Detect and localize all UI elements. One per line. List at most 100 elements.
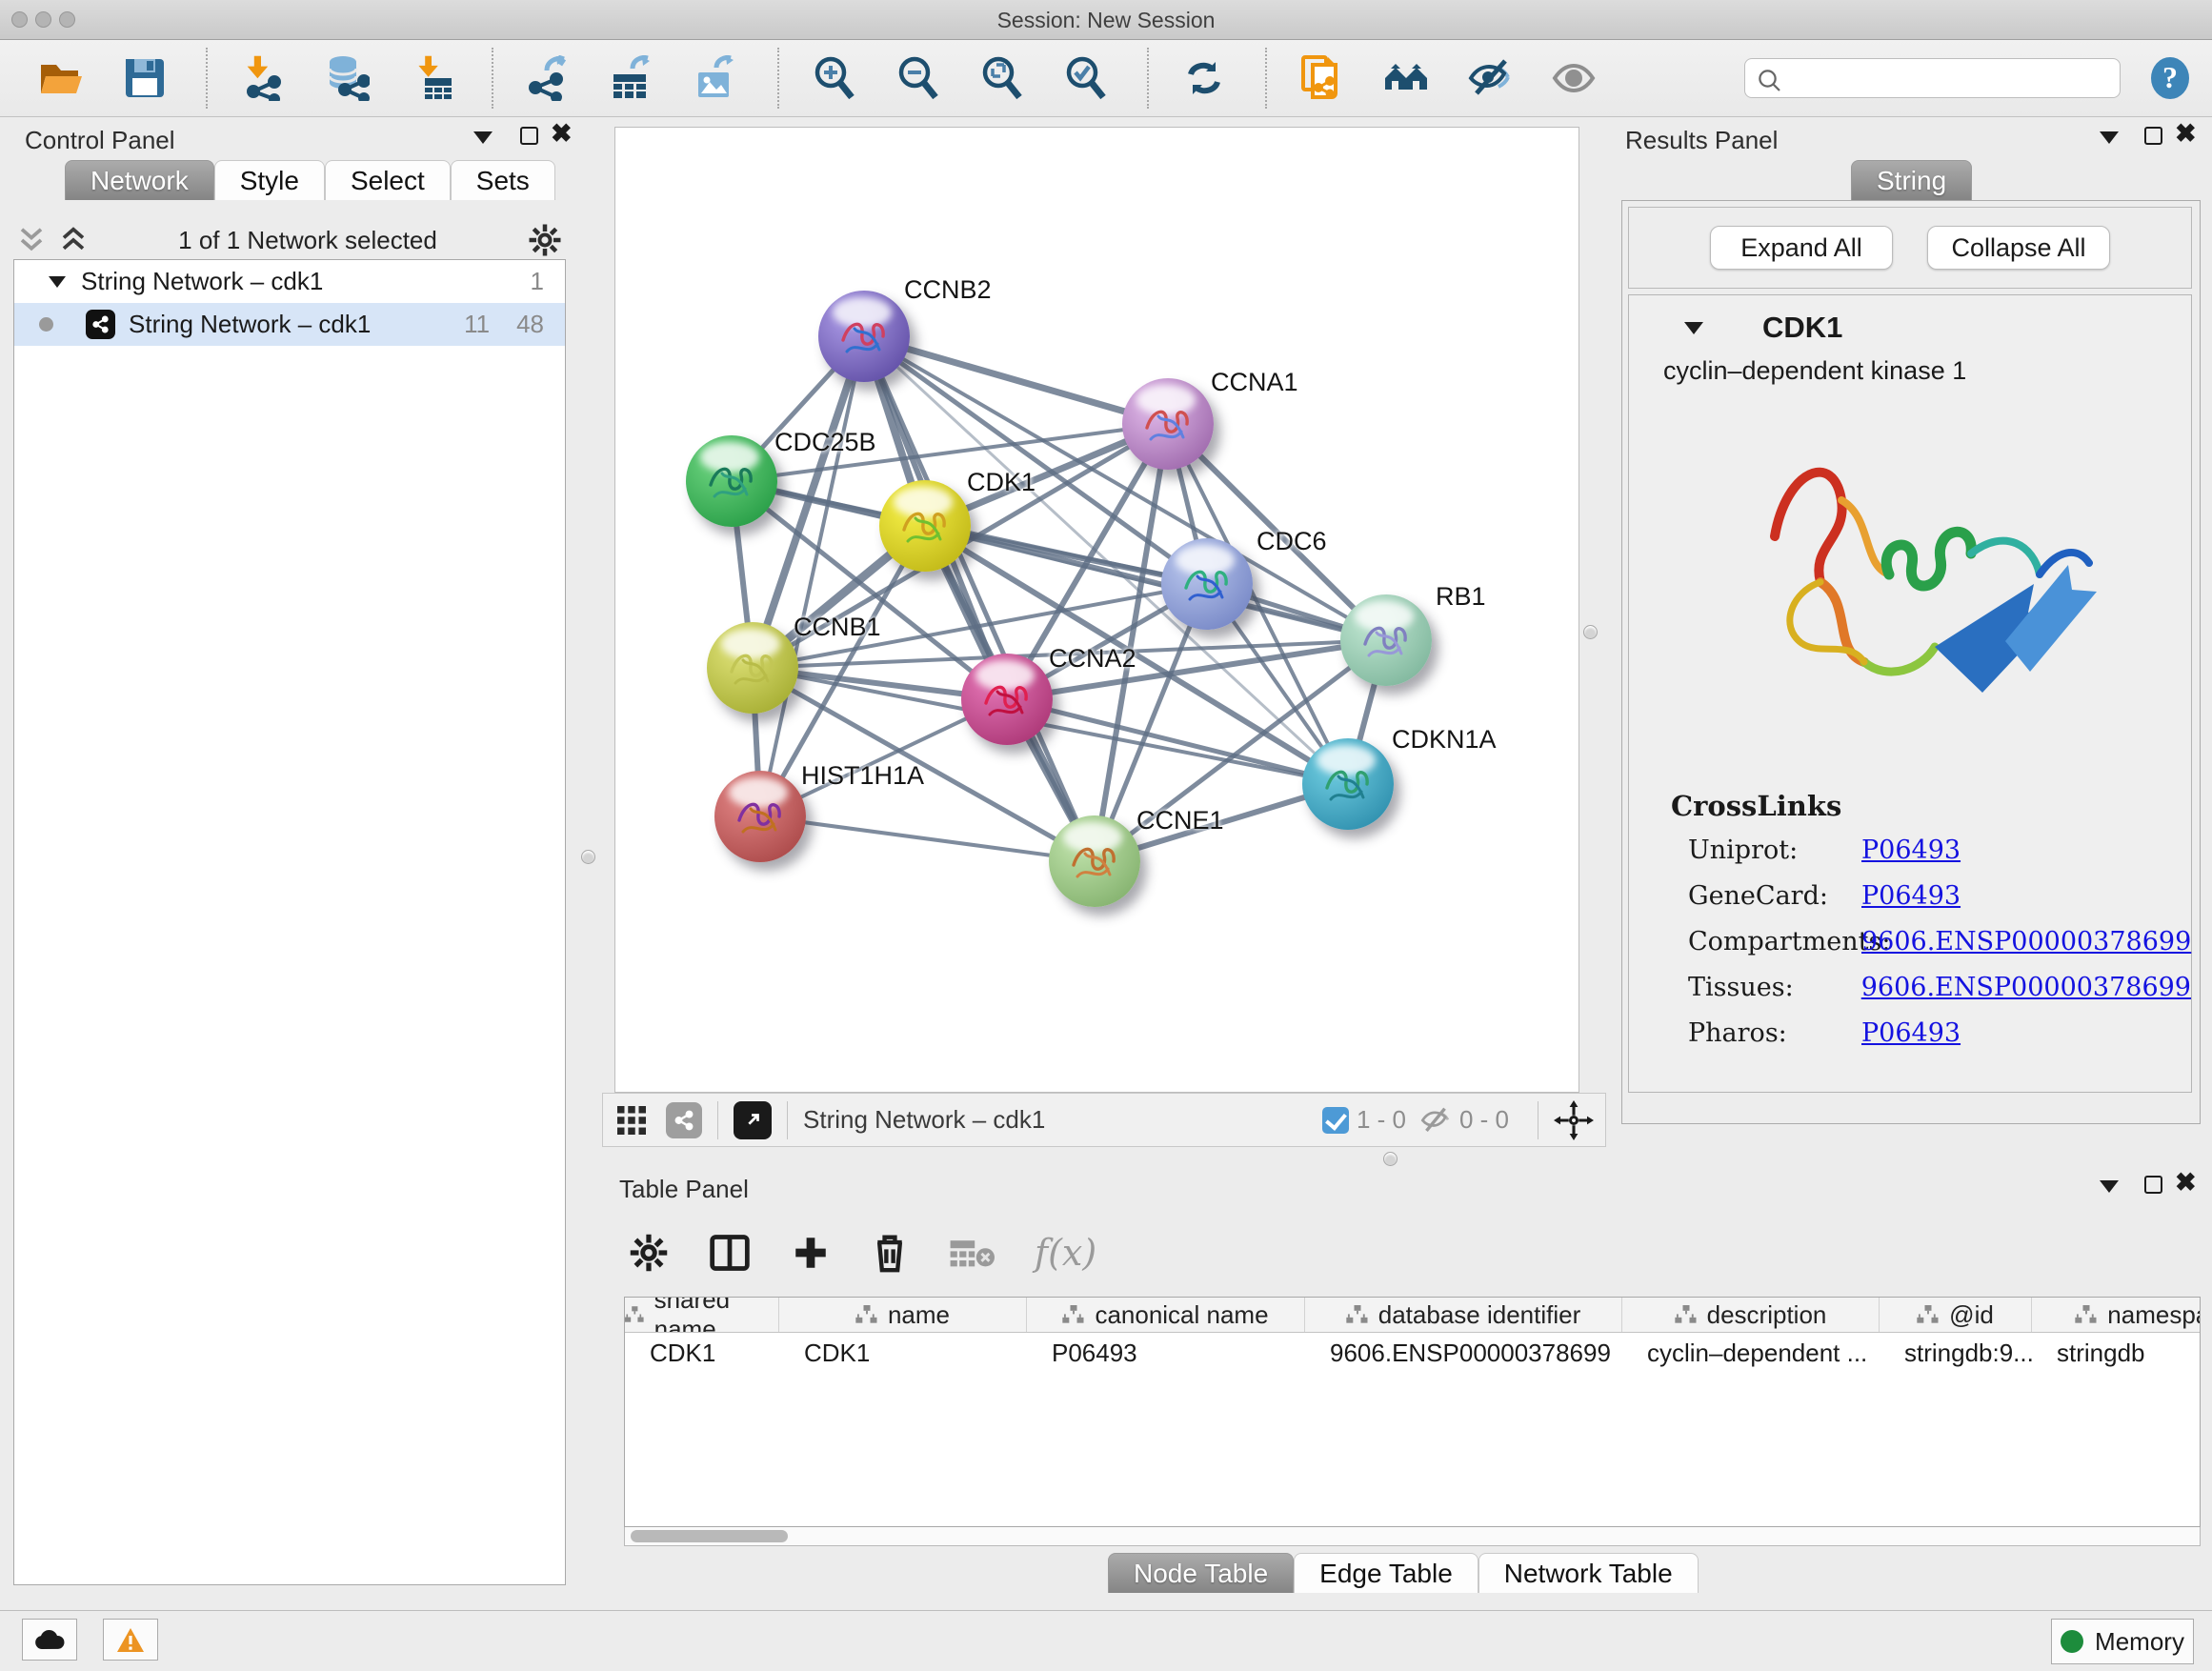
column-header-sharedname[interactable]: shared name [625, 1298, 779, 1332]
string-view-icon[interactable] [666, 1102, 702, 1138]
tab-sets[interactable]: Sets [451, 160, 555, 200]
zoom-selected-icon[interactable] [1063, 55, 1109, 101]
column-header-databaseidentifier[interactable]: database identifier [1305, 1298, 1622, 1332]
collection-expand-icon[interactable] [49, 276, 66, 288]
close-panel-icon[interactable]: ✖ [2175, 1174, 2197, 1192]
create-column-icon[interactable] [791, 1233, 831, 1273]
toolbar-separator [1265, 48, 1267, 109]
table-cell[interactable]: stringdb:9... [1880, 1339, 2032, 1368]
column-header-name[interactable]: name [779, 1298, 1027, 1332]
detach-view-icon[interactable] [734, 1101, 772, 1139]
network-edge[interactable] [760, 816, 1095, 861]
maximize-panel-icon[interactable] [520, 127, 538, 145]
network-node-ccnb2[interactable] [818, 291, 910, 382]
search-input[interactable] [1744, 58, 2121, 98]
help-icon[interactable]: ? [2147, 55, 2193, 101]
table-cell[interactable]: CDK1 [625, 1339, 779, 1368]
column-header-canonicalname[interactable]: canonical name [1027, 1298, 1305, 1332]
left-splitter-handle[interactable] [581, 850, 595, 864]
table-row[interactable]: CDK1CDK1P064939606.ENSP00000378699cyclin… [625, 1333, 2200, 1373]
first-neighbors-icon[interactable] [1383, 55, 1429, 101]
table-cell[interactable]: 9606.ENSP00000378699 [1305, 1339, 1622, 1368]
gear-icon[interactable] [528, 223, 562, 257]
network-row[interactable]: String Network – cdk1 11 48 [14, 303, 565, 346]
protein-thumbnail [1319, 759, 1377, 813]
save-session-icon[interactable] [122, 55, 168, 101]
import-table-icon[interactable] [408, 55, 453, 101]
zoom-in-icon[interactable] [812, 55, 857, 101]
expand-all-button[interactable]: Expand All [1710, 226, 1893, 270]
network-collection-row[interactable]: String Network – cdk1 1 [14, 260, 565, 303]
table-horizontal-scrollbar[interactable] [624, 1527, 2201, 1546]
grid-view-icon[interactable] [614, 1103, 649, 1137]
column-header-id[interactable]: @id [1880, 1298, 2032, 1332]
network-node-ccna1[interactable] [1122, 378, 1214, 470]
new-network-from-selection-icon[interactable] [1299, 55, 1345, 101]
table-cell[interactable]: CDK1 [779, 1339, 1027, 1368]
table-gear-icon[interactable] [629, 1233, 669, 1273]
show-columns-icon[interactable] [709, 1232, 751, 1274]
crosslink-link[interactable]: P06493 [1861, 836, 1961, 865]
collapse-all-icon[interactable] [17, 224, 46, 256]
tab-node-table[interactable]: Node Table [1108, 1553, 1294, 1593]
crosslink-link[interactable]: 9606.ENSP00000378699 [1861, 973, 2191, 1002]
table-cell[interactable]: stringdb [2032, 1339, 2201, 1368]
network-node-cdc6[interactable] [1161, 538, 1253, 630]
tab-edge-table[interactable]: Edge Table [1294, 1553, 1478, 1593]
table-cell[interactable]: P06493 [1027, 1339, 1305, 1368]
collapse-all-button[interactable]: Collapse All [1927, 226, 2110, 270]
column-header-namespace[interactable]: namespace [2032, 1298, 2201, 1332]
export-table-icon[interactable] [610, 55, 655, 101]
export-image-icon[interactable] [694, 55, 739, 101]
expand-all-icon[interactable] [59, 224, 88, 256]
network-node-cdkn1a[interactable] [1302, 738, 1394, 830]
close-panel-icon[interactable]: ✖ [551, 125, 573, 143]
network-node-ccna2[interactable] [961, 654, 1053, 745]
zoom-fit-icon[interactable] [979, 55, 1025, 101]
import-network-database-icon[interactable] [324, 55, 370, 101]
tab-network[interactable]: Network [65, 160, 214, 200]
network-node-cdc25b[interactable] [686, 435, 777, 527]
crosslink-link[interactable]: P06493 [1861, 881, 1961, 911]
network-node-ccne1[interactable] [1049, 815, 1140, 907]
hide-selected-eye-slash-icon[interactable] [1467, 55, 1513, 101]
float-panel-icon[interactable] [473, 131, 493, 144]
protein-thumbnail [732, 792, 789, 845]
network-node-rb1[interactable] [1340, 594, 1432, 686]
warnings-button[interactable] [103, 1619, 158, 1661]
selected-indicator-checkbox[interactable] [1322, 1107, 1349, 1134]
close-panel-icon[interactable]: ✖ [2175, 125, 2197, 143]
tab-style[interactable]: Style [214, 160, 325, 200]
tab-select[interactable]: Select [325, 160, 451, 200]
tab-network-table[interactable]: Network Table [1478, 1553, 1699, 1593]
crosslink-link[interactable]: P06493 [1861, 1018, 1961, 1048]
crosslink-link[interactable]: 9606.ENSP00000378699 [1861, 927, 2191, 956]
network-node-hist1h1a[interactable] [714, 771, 806, 862]
float-panel-icon[interactable] [2100, 131, 2119, 144]
show-all-eye-icon[interactable] [1551, 55, 1597, 101]
float-panel-icon[interactable] [2100, 1180, 2119, 1193]
table-cell[interactable]: cyclin–dependent ... [1622, 1339, 1880, 1368]
gene-collapse-icon[interactable] [1684, 322, 1703, 334]
column-header-label: canonical name [1095, 1300, 1268, 1330]
gene-card: CDK1 cyclin–dependent kinase 1 [1628, 294, 2192, 1093]
open-session-icon[interactable] [38, 55, 84, 101]
import-network-file-icon[interactable] [240, 55, 286, 101]
export-network-icon[interactable] [526, 55, 572, 101]
refresh-view-icon[interactable] [1181, 55, 1227, 101]
scrollbar-thumb[interactable] [631, 1530, 788, 1542]
cloud-status-button[interactable] [22, 1619, 77, 1661]
zoom-out-icon[interactable] [895, 55, 941, 101]
maximize-panel-icon[interactable] [2144, 127, 2162, 145]
maximize-panel-icon[interactable] [2144, 1176, 2162, 1194]
column-header-description[interactable]: description [1622, 1298, 1880, 1332]
network-node-ccnb1[interactable] [707, 622, 798, 714]
network-node-cdk1[interactable] [879, 480, 971, 572]
right-splitter-handle[interactable] [1583, 625, 1598, 639]
network-canvas[interactable]: CCNB2CCNA1CDC25BCDK1CDC6RB1CCNB1CCNA2CDK… [614, 127, 1579, 1093]
crosslink-label: Pharos: [1671, 1018, 1861, 1048]
delete-column-icon[interactable] [871, 1232, 909, 1274]
tab-string[interactable]: String [1851, 160, 1972, 200]
fit-selected-crosshair-icon[interactable] [1554, 1100, 1594, 1140]
memory-button[interactable]: Memory [2051, 1619, 2194, 1664]
